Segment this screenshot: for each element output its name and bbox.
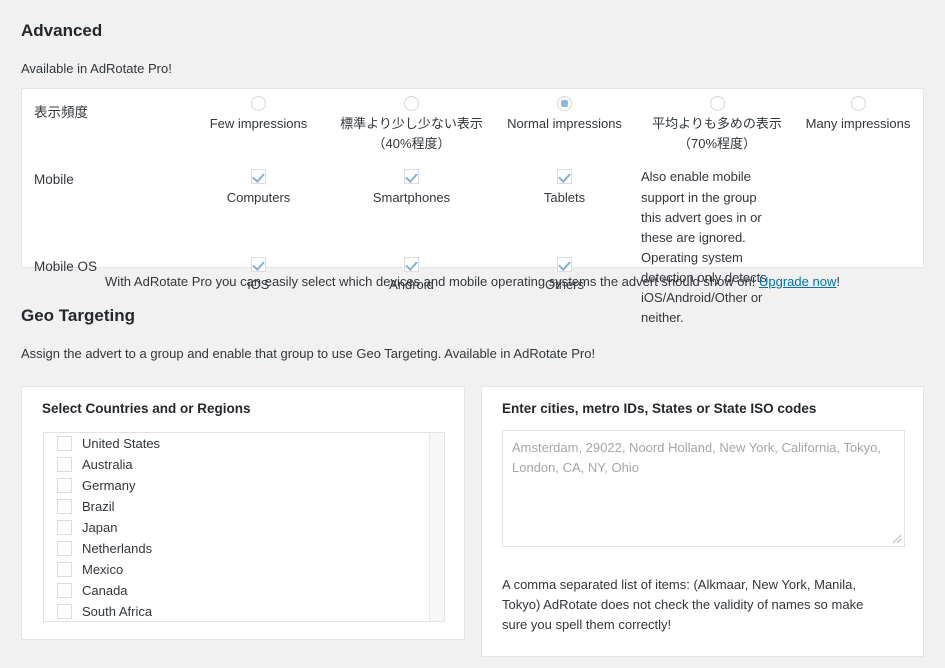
radio-icon-below-average-impressions[interactable] bbox=[404, 96, 419, 112]
frequency-option-label: 標準より少し少ない表示（40%程度） bbox=[340, 116, 483, 152]
advanced-settings-table: 表示頻度 Few impressions 標準より少し少ない表示（40%程度） … bbox=[22, 89, 923, 329]
country-list[interactable]: United States Australia Germany Brazil Japan… bbox=[43, 432, 445, 622]
frequency-option-above-average[interactable]: 平均よりも多めの表示（70%程度） bbox=[641, 89, 793, 154]
country-list-item[interactable]: Australia bbox=[44, 454, 444, 475]
frequency-option-many[interactable]: Many impressions bbox=[793, 89, 923, 154]
radio-icon-above-average-impressions[interactable] bbox=[709, 96, 725, 112]
country-label: Mexico bbox=[82, 562, 124, 577]
checkbox-icon-ios[interactable] bbox=[251, 256, 266, 272]
country-list-item[interactable]: Mexico bbox=[44, 559, 444, 580]
country-list-item[interactable]: Japan bbox=[44, 517, 444, 538]
country-label: South Africa bbox=[82, 604, 153, 619]
country-list-scrollbar[interactable] bbox=[429, 433, 444, 621]
country-list-item[interactable]: United States bbox=[44, 433, 444, 454]
mobile-row-label: Mobile bbox=[34, 172, 74, 188]
frequency-option-label: Few impressions bbox=[209, 116, 308, 132]
select-countries-panel: Select Countries and or Regions United S… bbox=[21, 386, 465, 640]
checkbox-icon-country[interactable] bbox=[57, 499, 72, 514]
frequency-option-normal[interactable]: Normal impressions bbox=[488, 89, 641, 154]
table-row-frequency: 表示頻度 Few impressions 標準より少し少ない表示（40%程度） … bbox=[22, 89, 923, 154]
enter-cities-panel: Enter cities, metro IDs, States or State… bbox=[481, 386, 924, 657]
advanced-section-title: Advanced bbox=[21, 21, 103, 40]
advanced-section-subtitle: Available in AdRotate Pro! bbox=[21, 61, 172, 76]
mobile-option-smartphones[interactable]: Smartphones bbox=[335, 154, 488, 241]
checkbox-icon-country[interactable] bbox=[57, 478, 72, 493]
mobile-option-tablets[interactable]: Tablets bbox=[488, 154, 641, 241]
mobile-option-label: Tablets bbox=[543, 189, 586, 205]
advanced-settings-panel: 表示頻度 Few impressions 標準より少し少ない表示（40%程度） … bbox=[21, 88, 924, 325]
country-list-item[interactable]: Canada bbox=[44, 580, 444, 601]
country-label: Australia bbox=[82, 457, 133, 472]
radio-icon-normal-impressions[interactable] bbox=[557, 96, 572, 112]
upgrade-now-link[interactable]: Upgrade now bbox=[759, 274, 836, 289]
geo-targeting-section-subtitle: Assign the advert to a group and enable … bbox=[21, 346, 596, 361]
frequency-option-label: Normal impressions bbox=[507, 116, 622, 132]
country-list-item[interactable]: Germany bbox=[44, 475, 444, 496]
checkbox-icon-country[interactable] bbox=[57, 436, 72, 451]
geo-targeting-section-title: Geo Targeting bbox=[21, 306, 135, 325]
advanced-note-text: With AdRotate Pro you can easily select … bbox=[105, 274, 759, 289]
frequency-option-label: 平均よりも多めの表示（70%程度） bbox=[652, 116, 782, 152]
country-label: Netherlands bbox=[82, 541, 153, 556]
checkbox-icon-others[interactable] bbox=[557, 256, 572, 272]
checkbox-icon-smartphones[interactable] bbox=[404, 169, 419, 185]
radio-icon-few-impressions[interactable] bbox=[251, 96, 266, 112]
advanced-upgrade-note: With AdRotate Pro you can easily select … bbox=[21, 273, 924, 291]
checkbox-icon-android[interactable] bbox=[404, 256, 419, 272]
checkbox-icon-tablets[interactable] bbox=[557, 169, 572, 185]
country-list-item[interactable]: Netherlands bbox=[44, 538, 444, 559]
checkbox-icon-country[interactable] bbox=[57, 520, 72, 535]
radio-icon-many-impressions[interactable] bbox=[850, 96, 866, 112]
frequency-option-label: Many impressions bbox=[805, 116, 911, 132]
cities-input[interactable] bbox=[502, 430, 905, 547]
country-list-item[interactable]: Brazil bbox=[44, 496, 444, 517]
checkbox-icon-country[interactable] bbox=[57, 604, 72, 619]
mobile-option-label: Computers bbox=[226, 189, 291, 205]
checkbox-icon-country[interactable] bbox=[57, 541, 72, 556]
frequency-option-below-average[interactable]: 標準より少し少ない表示（40%程度） bbox=[335, 89, 488, 154]
frequency-row-label: 表示頻度 bbox=[34, 105, 88, 120]
mobile-option-label: Smartphones bbox=[372, 189, 451, 205]
checkbox-icon-computers[interactable] bbox=[251, 169, 266, 185]
country-label: Germany bbox=[82, 478, 136, 493]
country-list-item[interactable]: South Africa bbox=[44, 601, 444, 621]
select-countries-heading: Select Countries and or Regions bbox=[42, 401, 251, 416]
cities-help-text: A comma separated list of items: (Alkmaa… bbox=[502, 577, 864, 633]
table-row-mobile: Mobile Computers Smartphones Tablets Als… bbox=[22, 154, 923, 325]
checkbox-icon-country[interactable] bbox=[57, 562, 72, 577]
checkbox-icon-country[interactable] bbox=[57, 457, 72, 472]
country-label: Japan bbox=[82, 520, 118, 535]
country-label: United States bbox=[82, 436, 161, 451]
enter-cities-heading: Enter cities, metro IDs, States or State… bbox=[502, 401, 817, 416]
advanced-note-tail: ! bbox=[836, 274, 840, 289]
mobile-option-computers[interactable]: Computers bbox=[182, 154, 335, 241]
country-label: Canada bbox=[82, 583, 128, 598]
frequency-option-few[interactable]: Few impressions bbox=[182, 89, 335, 154]
mobile-help-text: Also enable mobile support in the group … bbox=[641, 169, 767, 326]
country-label: Brazil bbox=[82, 499, 115, 514]
checkbox-icon-country[interactable] bbox=[57, 583, 72, 598]
